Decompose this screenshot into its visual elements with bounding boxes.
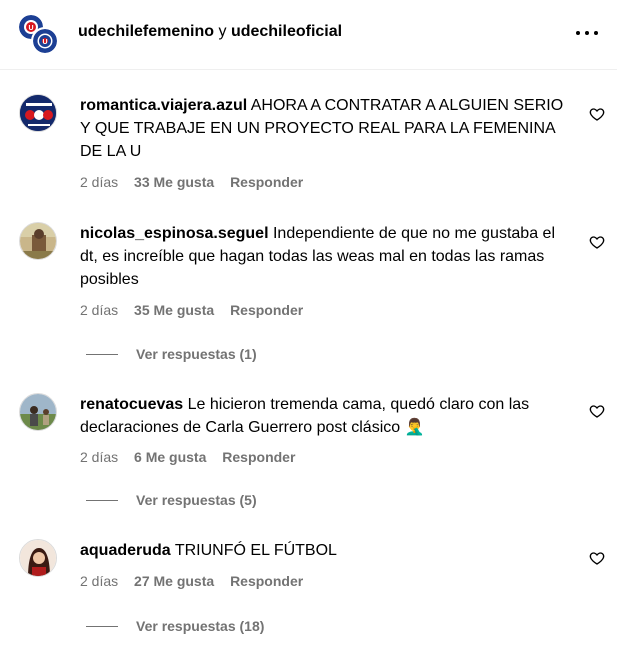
replies-divider <box>86 353 118 355</box>
comment-meta: 2 días 6 Me gusta Responder <box>80 449 307 465</box>
header-title: udechilefemenino y udechileoficial <box>78 23 342 41</box>
reply-button[interactable]: Responder <box>222 449 295 465</box>
comment-likes[interactable]: 33 Me gusta <box>134 174 214 190</box>
post-header: U U udechilefemenino y udechileoficial <box>0 0 617 70</box>
commenter-avatar[interactable] <box>19 393 57 431</box>
svg-text:U: U <box>42 39 47 46</box>
facepalm-emoji: 🤦‍♂️ <box>404 419 425 436</box>
comment-text: aquaderuda TRIUNFÓ EL FÚTBOL <box>80 539 568 562</box>
more-horizontal-icon <box>576 31 580 35</box>
header-connector: y <box>218 23 227 40</box>
like-comment-button[interactable] <box>589 403 605 419</box>
heart-icon <box>589 552 605 565</box>
comment-text: romantica.viajera.azul AHORA A CONTRATAR… <box>80 94 568 163</box>
comment-likes[interactable]: 27 Me gusta <box>134 573 214 589</box>
comment-meta: 2 días 27 Me gusta Responder <box>80 573 315 589</box>
replies-divider <box>86 499 118 501</box>
comment-body: TRIUNFÓ EL FÚTBOL <box>174 542 337 559</box>
comment-likes[interactable]: 6 Me gusta <box>134 449 206 465</box>
comment-username[interactable]: aquaderuda <box>80 542 171 559</box>
comment-time[interactable]: 2 días <box>80 302 118 318</box>
comment-time[interactable]: 2 días <box>80 573 118 589</box>
comment-username[interactable]: romantica.viajera.azul <box>80 97 247 114</box>
reply-button[interactable]: Responder <box>230 302 303 318</box>
heart-icon <box>589 108 605 121</box>
view-replies-button[interactable]: Ver respuestas (18) <box>86 618 264 634</box>
like-comment-button[interactable] <box>589 234 605 250</box>
more-options-button[interactable] <box>572 22 602 44</box>
comment-time[interactable]: 2 días <box>80 174 118 190</box>
comment-username[interactable]: nicolas_espinosa.seguel <box>80 225 269 242</box>
view-replies-button[interactable]: Ver respuestas (5) <box>86 492 257 508</box>
comment-username[interactable]: renatocuevas <box>80 396 183 413</box>
view-replies-label: Ver respuestas (5) <box>136 492 257 508</box>
comment-meta: 2 días 33 Me gusta Responder <box>80 174 315 190</box>
view-replies-label: Ver respuestas (1) <box>136 346 257 362</box>
comment-likes[interactable]: 35 Me gusta <box>134 302 214 318</box>
comment-text: renatocuevas Le hicieron tremenda cama, … <box>80 393 568 439</box>
view-replies-label: Ver respuestas (18) <box>136 618 265 634</box>
heart-icon <box>589 405 605 418</box>
heart-icon <box>589 236 605 249</box>
commenter-avatar[interactable] <box>19 539 57 577</box>
collab-avatars[interactable]: U U <box>17 13 61 57</box>
commenter-avatar[interactable] <box>19 94 57 132</box>
udechileoficial-avatar[interactable]: U <box>31 27 59 55</box>
reply-button[interactable]: Responder <box>230 174 303 190</box>
svg-text:U: U <box>28 25 33 32</box>
header-user2-link[interactable]: udechileoficial <box>231 23 342 40</box>
replies-divider <box>86 625 118 627</box>
comment-text: nicolas_espinosa.seguel Independiente de… <box>80 222 568 291</box>
reply-button[interactable]: Responder <box>230 573 303 589</box>
like-comment-button[interactable] <box>589 106 605 122</box>
view-replies-button[interactable]: Ver respuestas (1) <box>86 346 257 362</box>
comment-meta: 2 días 35 Me gusta Responder <box>80 302 315 318</box>
header-user1-link[interactable]: udechilefemenino <box>78 23 214 40</box>
comment-time[interactable]: 2 días <box>80 449 118 465</box>
commenter-avatar[interactable] <box>19 222 57 260</box>
like-comment-button[interactable] <box>589 550 605 566</box>
